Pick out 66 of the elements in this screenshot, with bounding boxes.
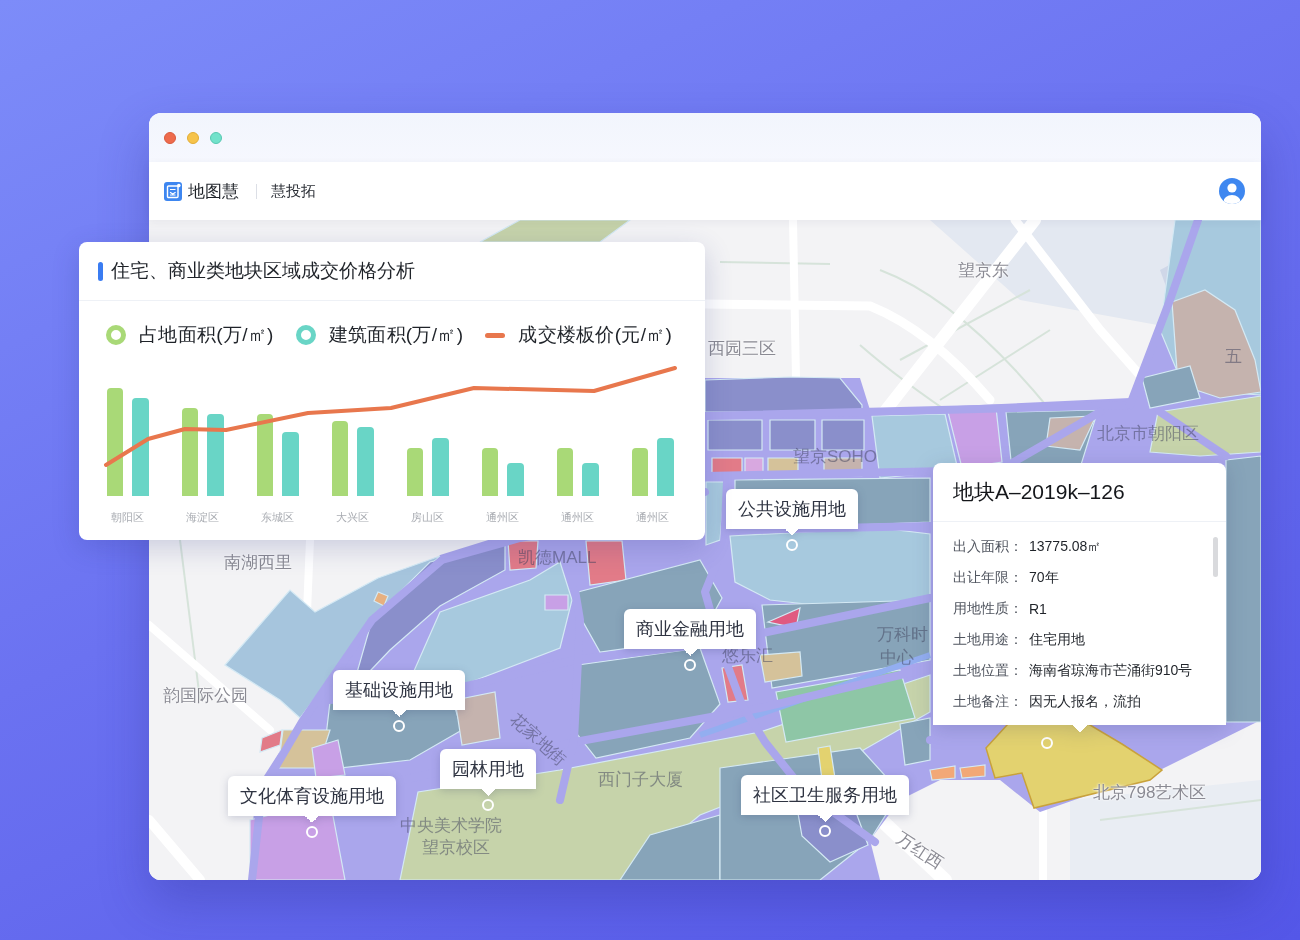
place-label: 望京东 bbox=[958, 261, 1009, 281]
field-label: 土地备注： bbox=[953, 692, 1023, 711]
chart-bar bbox=[482, 448, 498, 496]
marker-icon[interactable] bbox=[1041, 737, 1053, 749]
parcel-type-label: 社区卫生服务用地 bbox=[741, 775, 909, 822]
place-label: 西门子大厦 bbox=[598, 770, 683, 790]
chart-bar bbox=[657, 438, 674, 496]
parcel-type-label: 基础设施用地 bbox=[333, 670, 465, 717]
axis-label: 海淀区 bbox=[186, 511, 219, 523]
field-label: 出让年限： bbox=[953, 568, 1023, 587]
axis-label: 大兴区 bbox=[336, 511, 369, 523]
field-label: 出入面积： bbox=[953, 537, 1023, 556]
field-value: 13775.08㎡ bbox=[1029, 537, 1102, 556]
card-title: 住宅、商业类地块区域成交价格分析 bbox=[111, 259, 415, 283]
field-label: 土地位置： bbox=[953, 661, 1023, 680]
marker-icon[interactable] bbox=[684, 659, 696, 671]
marker-icon[interactable] bbox=[819, 825, 831, 837]
parcel-type-label: 园林用地 bbox=[440, 749, 536, 796]
place-label: 西园三区 bbox=[708, 339, 776, 359]
place-label: 望京校区 bbox=[422, 838, 490, 858]
scrollbar-thumb[interactable] bbox=[1213, 537, 1218, 577]
chart-bar bbox=[357, 427, 374, 496]
minimize-button[interactable] bbox=[187, 131, 199, 144]
chart-bar bbox=[557, 448, 573, 496]
chart-bar bbox=[407, 448, 423, 496]
parcel-type-label: 公共设施用地 bbox=[726, 489, 858, 536]
legend-label: 占地面积(万/㎡) bbox=[139, 325, 274, 345]
close-button[interactable] bbox=[164, 131, 176, 144]
place-label: 韵国际公园 bbox=[163, 686, 248, 706]
axis-label: 通州区 bbox=[486, 511, 519, 523]
user-avatar-icon[interactable] bbox=[1219, 178, 1245, 204]
marker-icon[interactable] bbox=[482, 799, 494, 811]
app-name: 地图慧 bbox=[188, 180, 239, 203]
card-title: 地块A–2019k–126 bbox=[953, 479, 1125, 505]
axis-label: 朝阳区 bbox=[111, 511, 144, 523]
marker-icon[interactable] bbox=[393, 720, 405, 732]
parcel-type-label: 文化体育设施用地 bbox=[228, 776, 396, 823]
title-marker-icon bbox=[98, 261, 103, 281]
field-value: 因无人报名，流拍 bbox=[1029, 692, 1141, 711]
chart-bar bbox=[507, 463, 524, 496]
legend-label: 成交楼板价(元/㎡) bbox=[518, 325, 673, 345]
axis-label: 房山区 bbox=[411, 511, 444, 523]
chart-bar bbox=[582, 463, 599, 496]
place-label: 五 bbox=[1225, 347, 1242, 367]
marker-icon[interactable] bbox=[786, 539, 798, 551]
land-parcel bbox=[707, 419, 763, 451]
field-value: 70年 bbox=[1029, 568, 1059, 587]
chart-bar bbox=[282, 432, 299, 496]
field-value: R1 bbox=[1029, 600, 1047, 617]
field-label: 土地用途： bbox=[953, 630, 1023, 649]
module-link[interactable]: 慧投拓 bbox=[271, 181, 316, 201]
land-parcel bbox=[959, 764, 986, 779]
marker-icon[interactable] bbox=[306, 826, 318, 838]
field-value: 海南省琼海市芒涌街910号 bbox=[1029, 661, 1193, 680]
legend-label: 建筑面积(万/㎡) bbox=[328, 325, 464, 345]
place-label: 万红西 bbox=[892, 828, 947, 874]
axis-label: 通州区 bbox=[636, 511, 669, 523]
field-value: 住宅用地 bbox=[1029, 630, 1085, 649]
maximize-button[interactable] bbox=[210, 131, 222, 144]
axis-label: 通州区 bbox=[561, 511, 594, 523]
logo-icon bbox=[164, 181, 182, 201]
place-label: 南湖西里 bbox=[224, 553, 292, 573]
chart-bar bbox=[632, 448, 648, 496]
field-label: 用地性质： bbox=[953, 599, 1023, 618]
axis-label: 东城区 bbox=[261, 511, 294, 523]
chart-bar bbox=[432, 438, 449, 496]
